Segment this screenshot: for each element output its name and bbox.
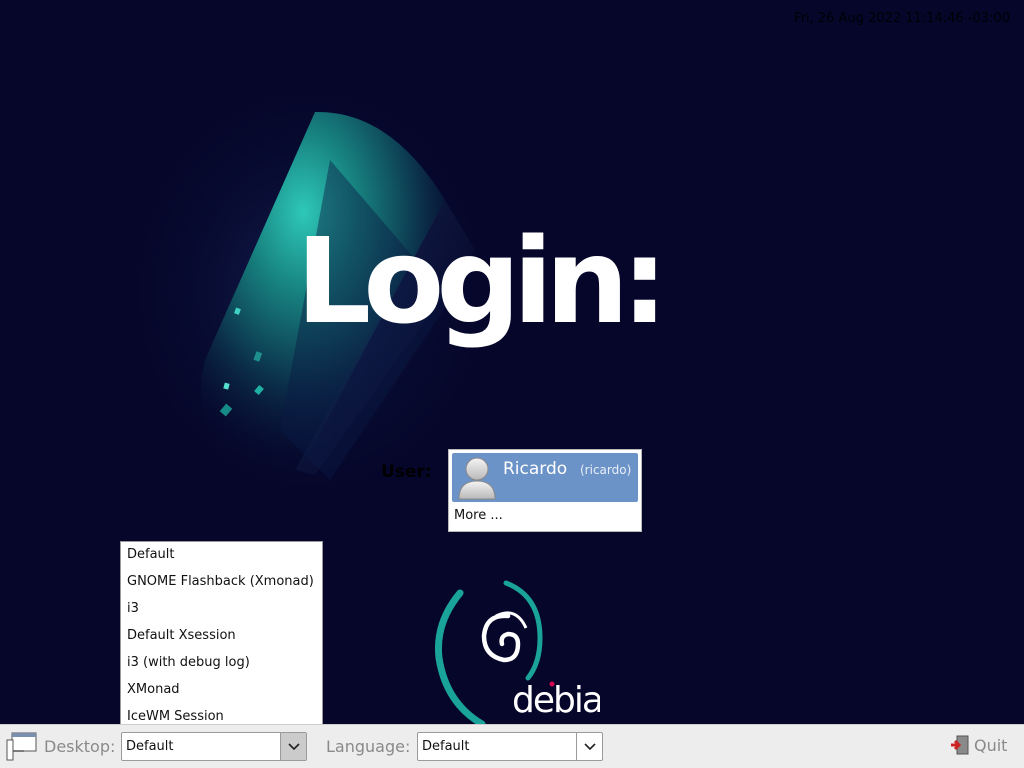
language-select[interactable]: Default [417,732,603,761]
clock: Fri, 26 Aug 2022 11:14:46 -03:00 [794,11,1010,26]
user-entry-ricardo[interactable]: Ricardo (ricardo) [452,453,638,502]
panel-window-icon [6,732,37,761]
user-list[interactable]: Ricardo (ricardo) More ... [448,449,642,532]
debian-wordmark: debian [512,680,600,721]
chevron-down-icon [583,742,596,750]
session-option-default-xsession[interactable]: Default Xsession [121,624,322,651]
login-title: Login: [296,212,668,350]
user-label: User: [381,462,432,482]
session-option-xmonad[interactable]: XMonad [121,678,322,705]
chevron-down-icon [287,742,300,750]
quit-label: Quit [974,736,1008,755]
session-option-gnome-flashback-xmonad[interactable]: GNOME Flashback (Xmonad) [121,570,322,597]
exit-door-icon [951,735,969,755]
desktop-select[interactable]: Default [121,732,307,761]
language-dropdown-button[interactable] [576,733,602,760]
session-option-i3[interactable]: i3 [121,597,322,624]
language-label: Language: [326,737,411,756]
bottom-panel: Desktop: Default Language: Default Quit [0,724,1024,768]
desktop-label: Desktop: [44,737,116,756]
user-login-name: (ricardo) [580,463,632,477]
login-screen: Fri, 26 Aug 2022 11:14:46 -03:00 Login: … [0,0,1024,768]
debian-logo: debian [434,580,600,728]
user-avatar-icon [458,457,496,500]
session-option-default[interactable]: Default [121,543,322,570]
more-users-option[interactable]: More ... [454,508,503,523]
desktop-select-value: Default [126,739,174,754]
quit-button[interactable]: Quit [950,735,1012,759]
language-select-value: Default [422,739,470,754]
user-display-name: Ricardo [503,459,568,479]
session-option-i3-debug[interactable]: i3 (with debug log) [121,651,322,678]
desktop-dropdown-button[interactable] [280,733,306,760]
desktop-session-menu[interactable]: Default GNOME Flashback (Xmonad) i3 Defa… [120,541,323,728]
